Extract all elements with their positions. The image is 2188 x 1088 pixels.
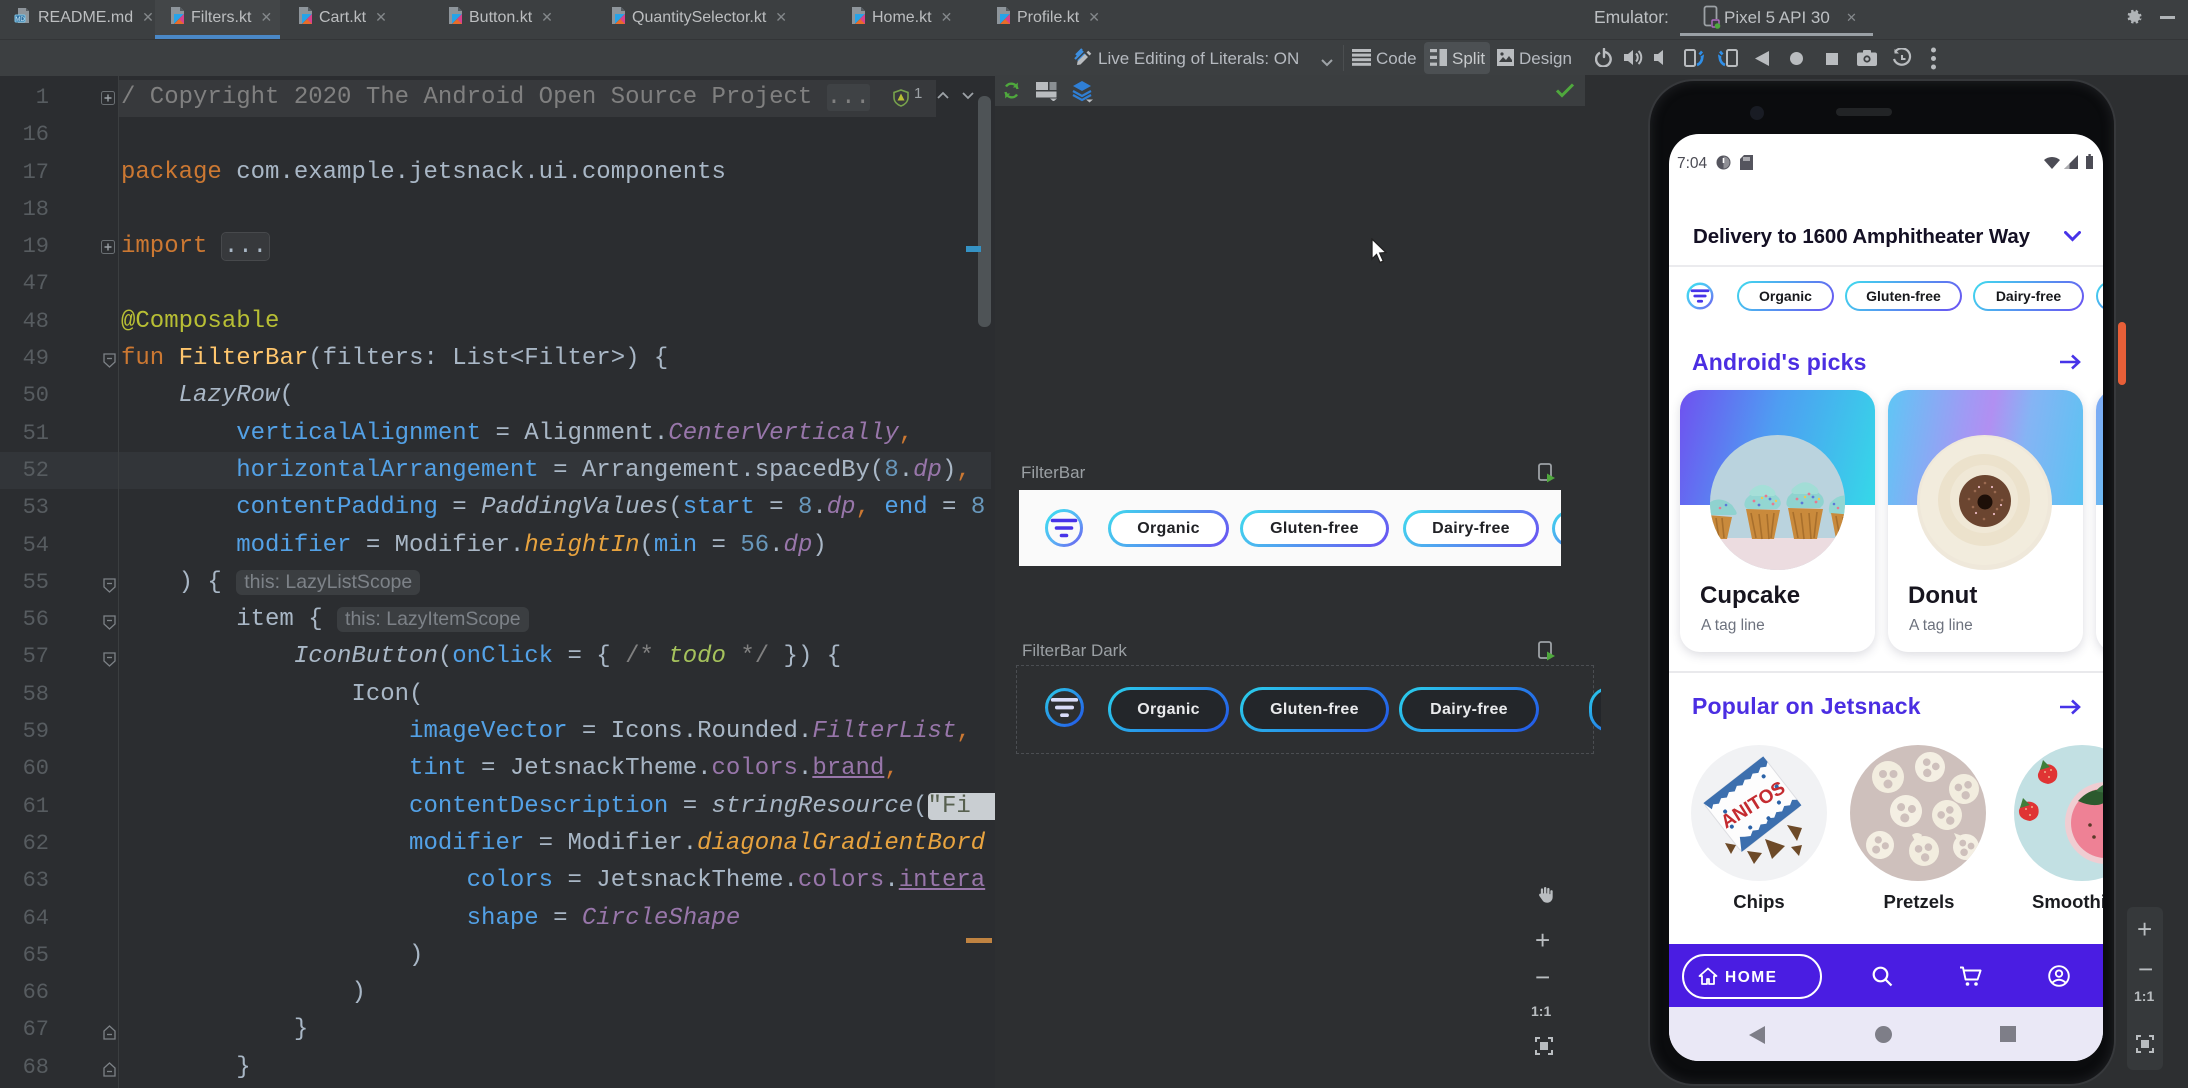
- svg-text:MD: MD: [15, 17, 25, 23]
